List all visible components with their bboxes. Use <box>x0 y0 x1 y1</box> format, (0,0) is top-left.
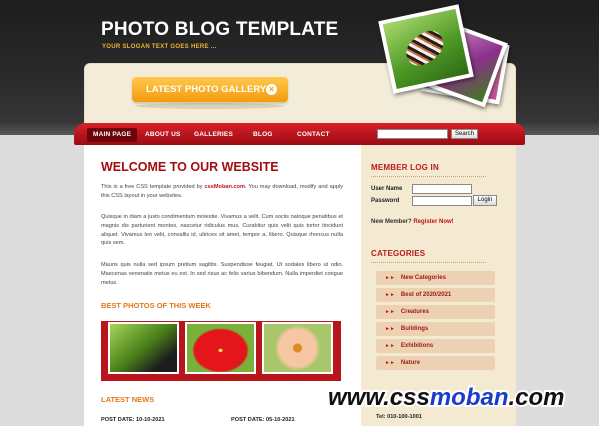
nav-about-us[interactable]: ABOUT US <box>139 128 187 142</box>
arrow-right-icon: ►► <box>385 292 395 298</box>
username-label: User Name <box>371 186 403 192</box>
arrow-right-icon: ►► <box>385 275 395 281</box>
latest-gallery-label: LATEST PHOTO GALLERY <box>146 84 267 95</box>
gallery-button-shadow <box>136 103 284 109</box>
watermark-text: www.cssmoban.com <box>328 384 565 411</box>
photo-thumb-anthurium[interactable] <box>185 322 256 374</box>
welcome-title: WELCOME TO OUR WEBSITE <box>101 160 279 174</box>
header-photo-stack <box>377 4 510 128</box>
best-photos-title: BEST PHOTOS OF THIS WEEK <box>101 301 211 310</box>
arrow-right-icon: ►► <box>385 326 395 332</box>
new-member-text: New Member? <box>371 219 414 225</box>
category-item[interactable]: ►► Exhibitions <box>376 339 495 353</box>
arrow-right-icon: ►► <box>385 343 395 349</box>
latest-gallery-button[interactable]: LATEST PHOTO GALLERY × <box>132 77 288 102</box>
search-input[interactable] <box>377 129 448 139</box>
username-field[interactable] <box>412 184 472 194</box>
category-label: Buildings <box>400 326 429 332</box>
site-slogan: YOUR SLOGAN TEXT GOES HERE ... <box>102 44 217 50</box>
news-date-2: POST DATE: 05-10-2021 <box>231 417 295 423</box>
category-label: Exhibitions <box>400 343 434 349</box>
news-date-1: POST DATE: 10-10-2021 <box>101 417 165 423</box>
body-paragraph-3: Mauris quis nulla sed ipsum pretium sagi… <box>101 262 343 286</box>
category-item[interactable]: ►► Nature <box>376 356 495 370</box>
nav-contact[interactable]: CONTACT <box>291 128 336 142</box>
watermark-part2: moban <box>430 384 509 411</box>
login-divider <box>371 176 486 177</box>
category-item[interactable]: ►► Buildings <box>376 322 495 336</box>
category-item[interactable]: ►► Creatures <box>376 305 495 319</box>
nav-galleries[interactable]: GALLERIES <box>188 128 239 142</box>
category-item[interactable]: ►► New Categories <box>376 271 495 285</box>
intro-text-start: This is a free CSS template provided by <box>101 184 205 190</box>
body-paragraph-2: Quisque in diam a justo condimentum mole… <box>101 214 343 247</box>
watermark-part3: .com <box>509 384 565 411</box>
new-member-prompt: New Member? Register Now! <box>371 219 454 225</box>
arrow-right-icon: ►► <box>385 309 395 315</box>
category-label: Creatures <box>400 309 429 315</box>
member-login-title: MEMBER LOG IN <box>371 163 439 172</box>
latest-news-title: LATEST NEWS <box>101 395 155 404</box>
site-title[interactable]: PHOTO BLOG TEMPLATE <box>101 19 338 41</box>
intro-paragraph: This is a free CSS template provided by … <box>101 183 343 201</box>
categories-divider <box>371 262 486 263</box>
butterfly-wing <box>400 25 450 71</box>
nav-main-page[interactable]: MAIN PAGE <box>87 128 138 142</box>
category-label: New Categories <box>400 275 446 281</box>
watermark-part1: www.css <box>328 384 430 411</box>
photo-thumb-butterfly[interactable] <box>108 322 179 374</box>
cssmoban-watermark: www.cssmoban.com <box>326 382 567 413</box>
nav-blog[interactable]: BLOG <box>247 128 279 142</box>
category-label: Best of 2020/2021 <box>400 292 452 298</box>
search-button[interactable]: Search <box>451 129 478 139</box>
contact-tel: Tel: 010-100-1001 <box>376 414 422 420</box>
category-item[interactable]: ►► Best of 2020/2021 <box>376 288 495 302</box>
arrow-right-icon: ►► <box>385 360 395 366</box>
close-circle-icon: × <box>266 84 277 95</box>
login-button[interactable]: Login <box>473 195 497 206</box>
register-link[interactable]: Register Now! <box>413 219 453 225</box>
cssmoban-link[interactable]: cssMoban.com <box>205 184 245 190</box>
password-field[interactable] <box>412 196 472 206</box>
password-label: Password <box>371 198 400 204</box>
category-label: Nature <box>400 360 420 366</box>
photo-thumb-hibiscus[interactable] <box>262 322 333 374</box>
categories-title: CATEGORIES <box>371 249 426 258</box>
